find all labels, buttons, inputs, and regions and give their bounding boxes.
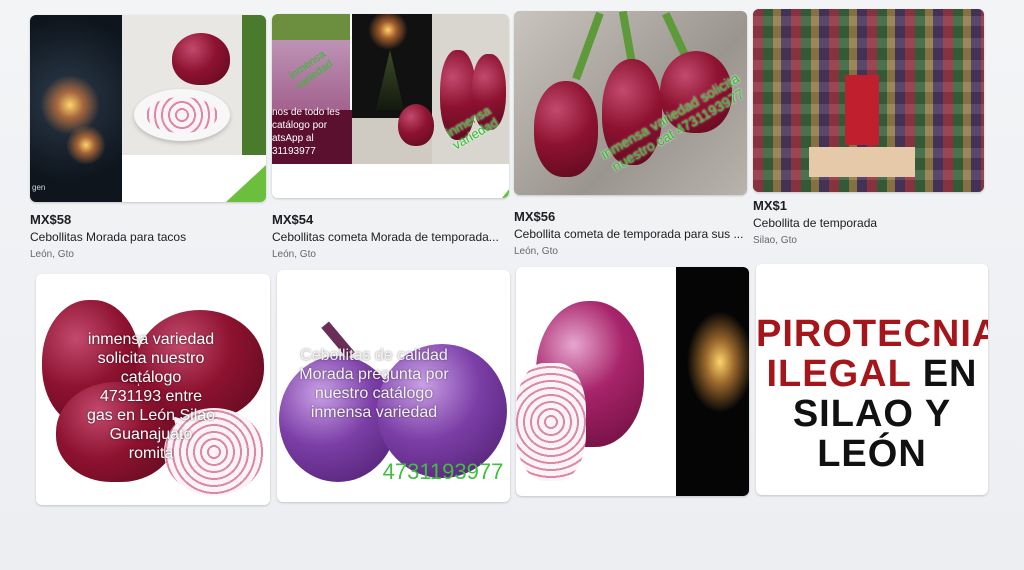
listing-image: inmensa variedad solicita nuestro catálo…: [36, 274, 270, 505]
listing-image: [516, 267, 749, 496]
listing-location: León, Gto: [30, 249, 74, 260]
listing-price: MX$56: [514, 209, 556, 224]
listing-card[interactable]: gen MX$58 Cebollitas Morada para tacos L…: [30, 15, 266, 261]
listing-image: inmensa variedad solicita nuestro cat 47…: [514, 11, 747, 195]
image-overlay-text: inmensa variedad solicita nuestro catálo…: [86, 331, 216, 462]
listing-image: inmensa variedad nos de todo les catálog…: [272, 14, 509, 198]
fire-line-4: LEÓN: [817, 433, 927, 475]
listing-image: gen: [30, 15, 266, 202]
listing-card[interactable]: inmensa variedad solicita nuestro cat 47…: [514, 11, 747, 258]
listing-image: [753, 9, 984, 192]
listing-price: MX$1: [753, 198, 787, 213]
fire-line-2-red: ILEGAL: [766, 353, 912, 395]
listing-card[interactable]: MX$1 Cebollita de temporada Silao, Gto: [753, 9, 984, 247]
listing-image: PIROTECNIA ILEGAL EN SILAO Y LEÓN: [756, 264, 988, 495]
listing-price: MX$58: [30, 212, 72, 227]
listing-card[interactable]: PIROTECNIA ILEGAL EN SILAO Y LEÓN: [756, 264, 988, 495]
listing-title: Cebollitas cometa Morada de temporada...: [272, 230, 499, 244]
listing-card[interactable]: inmensa variedad solicita nuestro catálo…: [36, 274, 270, 505]
fire-line-3: SILAO Y: [792, 393, 952, 435]
listing-location: León, Gto: [272, 249, 316, 260]
listing-location: León, Gto: [514, 246, 558, 257]
image-corner-text: gen: [32, 183, 46, 192]
fire-line-2-black: EN: [911, 353, 978, 395]
image-side-text: nos de todo les catálogo por atsApp al 3…: [272, 107, 340, 157]
listing-card[interactable]: inmensa variedad nos de todo les catálog…: [272, 14, 509, 261]
image-phone: 4731193977: [382, 459, 504, 484]
listing-title: Cebollita de temporada: [753, 216, 878, 230]
fire-line-1: PIROTECNIA: [756, 313, 988, 355]
listing-card[interactable]: Cebollitas de calidad Morada pregunta po…: [277, 270, 510, 502]
listing-price: MX$54: [272, 212, 314, 227]
listing-location: Silao, Gto: [753, 235, 797, 246]
listing-card[interactable]: [516, 267, 749, 496]
listing-image: Cebollitas de calidad Morada pregunta po…: [277, 270, 510, 502]
image-overlay-text: Cebollitas de calidad Morada pregunta po…: [299, 347, 449, 421]
listing-title: Cebollitas Morada para tacos: [30, 230, 187, 244]
listing-title: Cebollita cometa de temporada para sus .…: [514, 227, 744, 241]
